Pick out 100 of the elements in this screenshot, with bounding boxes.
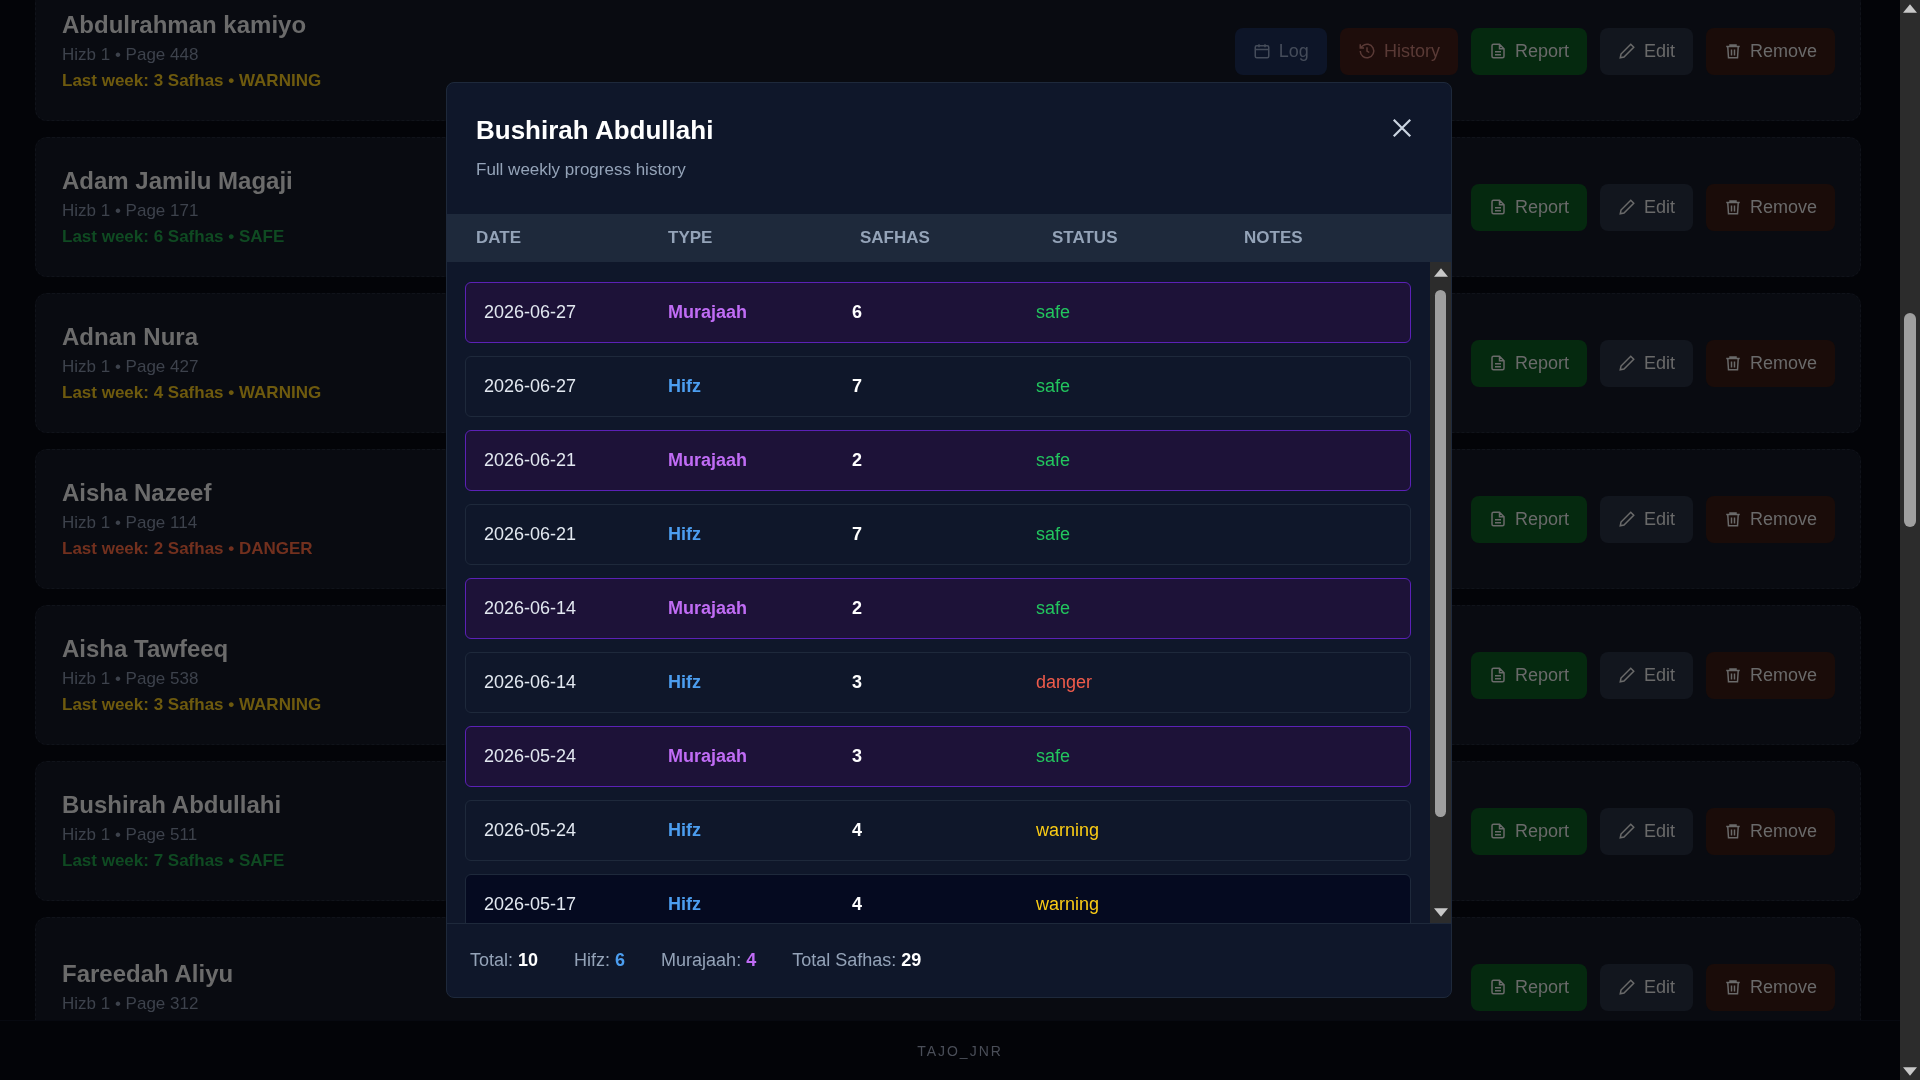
safhas-cell-text: 4 [852, 820, 863, 841]
type-cell-text: Murajaah [668, 450, 749, 471]
trash-icon [1723, 42, 1742, 60]
student-name: Aisha Tawfeeq [62, 635, 230, 663]
trash-icon [1723, 198, 1742, 216]
report-button[interactable]: Report [1470, 963, 1587, 1011]
document-icon [1488, 666, 1507, 684]
remove-button[interactable]: Remove [1705, 27, 1835, 75]
dialog-subtitle: Full weekly progress history [476, 160, 687, 180]
student-name: Adnan Nura [62, 323, 200, 351]
student-meta: Hizb 1 • Page 171 [62, 201, 200, 221]
report-button[interactable]: Report [1470, 339, 1587, 387]
edit-button[interactable]: Edit [1599, 495, 1693, 543]
last-week-status: Last week: 4 Safhas • WARNING [62, 383, 322, 403]
report-button[interactable]: Report [1470, 651, 1587, 699]
remove-button[interactable]: Remove [1705, 495, 1835, 543]
date-cell-text: 2026-06-27 [484, 302, 578, 323]
log-button[interactable]: Log [1234, 27, 1327, 75]
trash-icon [1723, 822, 1742, 840]
student-name: Adam Jamilu Magaji [62, 167, 293, 195]
report-button[interactable]: Report [1470, 495, 1587, 543]
safhas-cell-text: 2 [852, 598, 863, 619]
remove-button[interactable]: Remove [1705, 183, 1835, 231]
trash-icon [1723, 978, 1742, 996]
safhas-cell-text: 3 [852, 672, 863, 693]
date-cell-text: 2026-06-21 [484, 450, 578, 471]
last-week-status: Last week: 6 Safhas • SAFE [62, 227, 286, 247]
report-button[interactable]: Report [1470, 183, 1587, 231]
date-cell-text: 2026-05-24 [484, 820, 578, 841]
status-cell-text: safe [1036, 376, 1072, 397]
date-cell-text: 2026-06-27 [484, 376, 578, 397]
safhas-cell-text: 6 [852, 302, 863, 323]
calendar-icon [1252, 42, 1271, 60]
student-name: Fareedah Aliyu [62, 960, 234, 988]
pencil-icon [1617, 198, 1636, 216]
type-cell-text: Murajaah [668, 598, 749, 619]
remove-button[interactable]: Remove [1705, 963, 1835, 1011]
date-cell-text: 2026-06-21 [484, 524, 578, 545]
status-cell-text: warning [1036, 820, 1101, 841]
pencil-icon [1617, 822, 1636, 840]
dialog-title: Bushirah Abdullahi [476, 115, 714, 146]
page-scrollbar[interactable] [1900, 0, 1920, 1080]
safhas-cell-text: 7 [852, 376, 863, 397]
document-icon [1488, 354, 1507, 372]
scrollbar-thumb[interactable] [1904, 313, 1916, 527]
status-cell-text: danger [1036, 672, 1094, 693]
student-name: Abdulrahman kamiyo [62, 11, 308, 39]
scroll-down-icon[interactable] [1903, 1067, 1917, 1076]
type-cell-text: Murajaah [668, 746, 749, 767]
table-scrollbar[interactable] [1430, 262, 1451, 923]
safhas-cell-text: 2 [852, 450, 863, 471]
type-cell-text: Hifz [668, 376, 702, 397]
date-cell-text: 2026-05-24 [484, 746, 578, 767]
report-button[interactable]: Report [1470, 27, 1587, 75]
type-cell-text: Hifz [668, 672, 702, 693]
pencil-icon [1617, 666, 1636, 684]
scroll-up-icon[interactable] [1903, 4, 1917, 13]
type-cell-text: Hifz [668, 524, 702, 545]
trash-icon [1723, 510, 1742, 528]
edit-button[interactable]: Edit [1599, 183, 1693, 231]
pencil-icon [1617, 42, 1636, 60]
edit-button[interactable]: Edit [1599, 807, 1693, 855]
edit-button[interactable]: Edit [1599, 963, 1693, 1011]
student-name: Bushirah Abdullahi [62, 791, 283, 819]
scroll-up-icon[interactable] [1434, 268, 1448, 277]
document-icon [1488, 978, 1507, 996]
column-header: TYPE [668, 228, 714, 248]
edit-button[interactable]: Edit [1599, 651, 1693, 699]
document-icon [1488, 510, 1507, 528]
remove-button[interactable]: Remove [1705, 339, 1835, 387]
column-header: DATE [476, 228, 522, 248]
remove-button[interactable]: Remove [1705, 807, 1835, 855]
student-meta: Hizb 1 • Page 448 [62, 45, 200, 65]
status-cell-text: safe [1036, 450, 1072, 471]
last-week-status: Last week: 2 Safhas • DANGER [62, 539, 313, 559]
status-cell-text: warning [1036, 894, 1101, 915]
edit-button[interactable]: Edit [1599, 339, 1693, 387]
date-cell-text: 2026-06-14 [484, 672, 578, 693]
last-week-status: Last week: 3 Safhas • WARNING [62, 71, 322, 91]
summary-stat: Total Safhas: 29 [792, 950, 922, 971]
history-icon [1357, 42, 1376, 60]
safhas-cell-text: 4 [852, 894, 863, 915]
report-button[interactable]: Report [1470, 807, 1587, 855]
summary-stat: Murajaah: 4 [661, 950, 757, 971]
edit-button[interactable]: Edit [1599, 27, 1693, 75]
status-cell-text: safe [1036, 598, 1072, 619]
pencil-icon [1617, 354, 1636, 372]
status-cell-text: safe [1036, 746, 1072, 767]
type-cell-text: Murajaah [668, 302, 749, 323]
safhas-cell-text: 7 [852, 524, 863, 545]
pencil-icon [1617, 510, 1636, 528]
column-header: STATUS [1052, 228, 1119, 248]
scrollbar-thumb[interactable] [1435, 290, 1446, 817]
status-cell-text: safe [1036, 524, 1072, 545]
trash-icon [1723, 666, 1742, 684]
student-meta: Hizb 1 • Page 538 [62, 669, 200, 689]
column-header: NOTES [1244, 228, 1304, 248]
student-meta: Hizb 1 • Page 312 [62, 994, 200, 1014]
remove-button[interactable]: Remove [1705, 651, 1835, 699]
history-button[interactable]: History [1339, 27, 1458, 75]
